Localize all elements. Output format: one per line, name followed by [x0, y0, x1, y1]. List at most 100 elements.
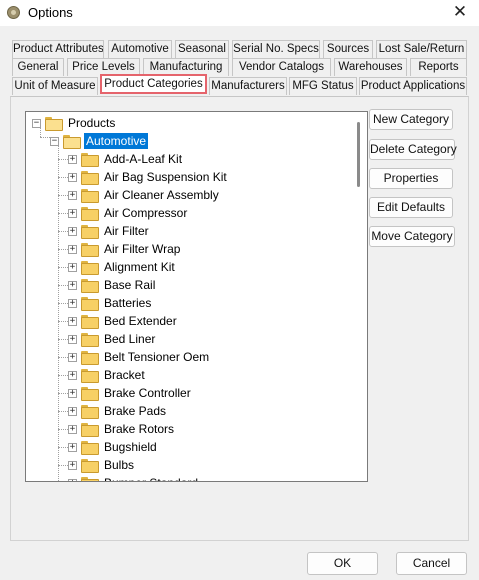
cancel-button[interactable]: Cancel	[396, 552, 467, 575]
dialog-body: Product Attributes Automotive Seasonal S…	[0, 26, 479, 580]
move-category-button[interactable]: Move Category	[369, 226, 455, 247]
close-button[interactable]: ✕	[449, 2, 471, 22]
folder-icon	[81, 171, 99, 185]
expand-icon[interactable]: +	[68, 262, 77, 272]
tab-product-applications[interactable]: Product Applications	[359, 77, 467, 95]
tab-sources[interactable]: Sources	[323, 40, 373, 58]
delete-category-button[interactable]: Delete Category	[369, 139, 457, 160]
tab-automotive[interactable]: Automotive	[108, 40, 172, 58]
tab-general[interactable]: General	[12, 58, 64, 76]
tree-node-label: Belt Tensioner Oem	[104, 350, 210, 364]
new-category-button[interactable]: New Category	[369, 109, 453, 130]
expand-icon[interactable]: +	[68, 478, 77, 481]
edit-defaults-button[interactable]: Edit Defaults	[369, 197, 453, 218]
folder-icon	[81, 441, 99, 455]
expand-icon[interactable]: +	[68, 460, 77, 470]
tab-seasonal[interactable]: Seasonal	[175, 40, 229, 58]
tree-node[interactable]: + Batteries	[68, 294, 153, 312]
expand-icon[interactable]: +	[68, 226, 77, 236]
tab-mfg-status[interactable]: MFG Status	[289, 77, 357, 95]
tree-node-label: Automotive	[84, 133, 149, 149]
folder-icon	[81, 189, 99, 203]
tree-node-label: Add-A-Leaf Kit	[104, 152, 183, 166]
tab-unit-of-measure[interactable]: Unit of Measure	[12, 77, 98, 95]
tab-vendor-catalogs[interactable]: Vendor Catalogs	[232, 58, 331, 76]
tree-node-label: Air Compressor	[104, 206, 188, 220]
tree-node[interactable]: + Bed Extender	[68, 312, 179, 330]
folder-icon	[81, 369, 99, 383]
tab-product-attributes[interactable]: Product Attributes	[12, 40, 104, 58]
tree-node[interactable]: + Base Rail	[68, 276, 157, 294]
tree-node[interactable]: + Add-A-Leaf Kit	[68, 150, 184, 168]
expand-icon[interactable]: +	[68, 334, 77, 344]
folder-icon	[81, 477, 99, 481]
tree-node-label: Air Cleaner Assembly	[104, 188, 219, 202]
expand-icon[interactable]: +	[68, 190, 77, 200]
expand-icon[interactable]: +	[68, 298, 77, 308]
title-bar: Options ✕	[0, 0, 479, 26]
expand-icon[interactable]: +	[68, 244, 77, 254]
tree-node-label: Base Rail	[104, 278, 156, 292]
folder-icon	[81, 153, 99, 167]
expand-icon[interactable]: +	[68, 352, 77, 362]
expand-icon[interactable]: +	[68, 424, 77, 434]
tree-node[interactable]: + Brake Pads	[68, 402, 168, 420]
tab-lost-sale-return[interactable]: Lost Sale/Return	[376, 40, 467, 58]
vertical-scrollbar[interactable]	[350, 112, 367, 481]
collapse-icon[interactable]: −	[32, 118, 41, 128]
expand-icon[interactable]: +	[68, 280, 77, 290]
expand-icon[interactable]: +	[68, 388, 77, 398]
tree-node-label: Batteries	[104, 296, 152, 310]
tree-node[interactable]: + Air Filter	[68, 222, 151, 240]
scrollbar-thumb[interactable]	[357, 122, 360, 187]
tree-node[interactable]: + Air Filter Wrap	[68, 240, 182, 258]
tree-node[interactable]: + Bumper Standard	[68, 474, 200, 481]
tab-reports[interactable]: Reports	[410, 58, 467, 76]
tree-node-label: Air Filter Wrap	[104, 242, 181, 256]
tree-node[interactable]: + Alignment Kit	[68, 258, 177, 276]
tree-node-label: Bumper Standard	[102, 475, 200, 481]
tree-node-automotive[interactable]: − Automotive	[50, 132, 149, 150]
tab-serial-no-specs[interactable]: Serial No. Specs	[232, 40, 320, 58]
category-tree[interactable]: − Products − Automotive + Add-A-Leaf Kit +…	[25, 111, 368, 482]
folder-icon	[81, 423, 99, 437]
app-icon	[7, 6, 20, 19]
tree-node-label: Bed Extender	[104, 314, 177, 328]
tab-manufacturers[interactable]: Manufacturers	[209, 77, 287, 95]
expand-icon[interactable]: +	[68, 172, 77, 182]
tree-node-products[interactable]: − Products	[32, 114, 117, 132]
tree-node[interactable]: + Air Compressor	[68, 204, 189, 222]
properties-button[interactable]: Properties	[369, 168, 453, 189]
folder-icon	[81, 243, 99, 257]
tree-node[interactable]: + Bed Liner	[68, 330, 157, 348]
tree-node[interactable]: + Air Cleaner Assembly	[68, 186, 221, 204]
collapse-icon[interactable]: −	[50, 136, 59, 146]
tree-node[interactable]: + Bugshield	[68, 438, 159, 456]
folder-icon	[81, 207, 99, 221]
tab-warehouses[interactable]: Warehouses	[334, 58, 407, 76]
tree-node[interactable]: + Belt Tensioner Oem	[68, 348, 211, 366]
ok-button[interactable]: OK	[307, 552, 378, 575]
tree-node-label: Bugshield	[104, 440, 157, 454]
expand-icon[interactable]: +	[68, 316, 77, 326]
tree-connector	[58, 141, 59, 481]
tree-node-label: Brake Pads	[104, 404, 167, 418]
expand-icon[interactable]: +	[68, 154, 77, 164]
tree-node-label: Brake Rotors	[104, 422, 175, 436]
tab-product-categories[interactable]: Product Categories	[100, 74, 207, 94]
tree-node[interactable]: + Brake Controller	[68, 384, 193, 402]
expand-icon[interactable]: +	[68, 208, 77, 218]
tree-node[interactable]: + Brake Rotors	[68, 420, 176, 438]
folder-icon	[81, 351, 99, 365]
tree-node-label: Air Bag Suspension Kit	[104, 170, 227, 184]
tree-node-label: Bracket	[104, 368, 145, 382]
tree-node[interactable]: + Bulbs	[68, 456, 136, 474]
expand-icon[interactable]: +	[68, 442, 77, 452]
tree-node-label: Brake Controller	[104, 386, 191, 400]
tree-node[interactable]: + Bracket	[68, 366, 147, 384]
folder-icon	[81, 459, 99, 473]
expand-icon[interactable]: +	[68, 406, 77, 416]
expand-icon[interactable]: +	[68, 370, 77, 380]
tree-node[interactable]: + Air Bag Suspension Kit	[68, 168, 229, 186]
tree-node-label: Bed Liner	[104, 332, 156, 346]
